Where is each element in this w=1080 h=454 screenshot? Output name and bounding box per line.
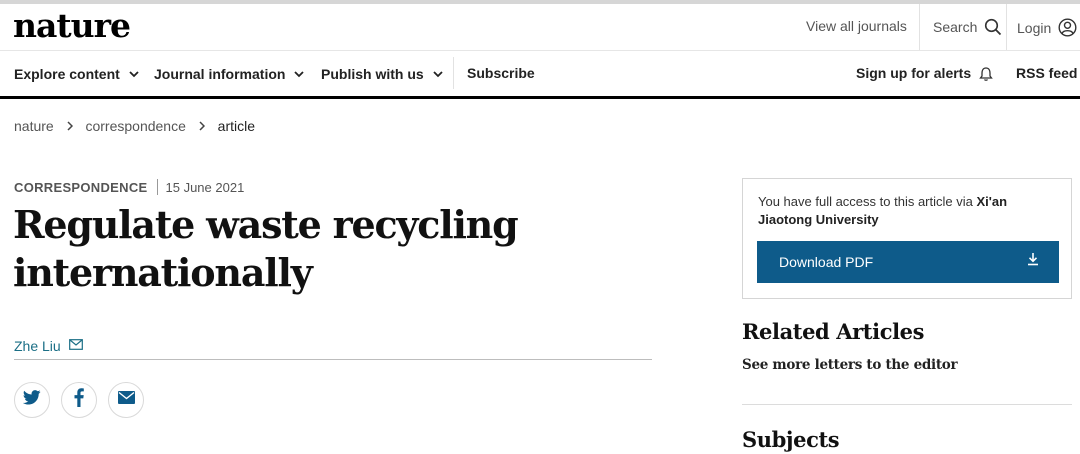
facebook-icon <box>74 388 84 412</box>
nav-rss-feed[interactable]: RSS feed <box>1016 65 1077 81</box>
nav-journal-information[interactable]: Journal information <box>154 65 304 82</box>
nav-explore-label: Explore content <box>14 66 120 82</box>
chevron-down-icon <box>129 65 139 81</box>
header-rule <box>0 50 1080 51</box>
mail-icon[interactable] <box>68 337 83 353</box>
see-more-letters-link[interactable]: See more letters to the editor <box>742 357 958 373</box>
subjects-heading: Subjects <box>742 427 840 452</box>
email-icon <box>117 391 135 409</box>
chevron-down-icon <box>432 65 443 81</box>
nav-journal-label: Journal information <box>154 66 286 82</box>
header-divider <box>919 4 920 50</box>
access-prefix: You have full access to this article via <box>758 194 977 209</box>
author-name: Zhe Liu <box>14 338 61 354</box>
author-link[interactable]: Zhe Liu <box>14 337 83 354</box>
user-icon <box>1058 18 1077 40</box>
nav-explore-content[interactable]: Explore content <box>14 65 139 82</box>
related-articles-heading: Related Articles <box>742 319 925 344</box>
download-pdf-label: Download PDF <box>779 254 874 270</box>
download-pdf-button[interactable]: Download PDF <box>757 241 1059 283</box>
meta-divider <box>156 179 158 195</box>
nav-heavy-rule <box>0 96 1080 99</box>
chevron-right-icon <box>67 118 73 134</box>
bell-icon <box>978 66 994 85</box>
search-label: Search <box>933 19 978 35</box>
nav-publish-with-us[interactable]: Publish with us <box>321 65 443 82</box>
sidebar-divider <box>742 404 1072 405</box>
nav-publish-label: Publish with us <box>321 66 424 82</box>
share-email-button[interactable] <box>108 382 144 418</box>
publish-date: 15 June 2021 <box>165 180 245 195</box>
twitter-icon <box>22 390 41 410</box>
view-all-journals-link[interactable]: View all journals <box>806 18 907 34</box>
top-border <box>0 0 1080 4</box>
chevron-right-icon <box>199 118 205 134</box>
login-button[interactable]: Login <box>1017 18 1077 40</box>
chevron-down-icon <box>294 65 304 81</box>
header-divider <box>1006 4 1007 50</box>
author-divider <box>14 359 652 360</box>
breadcrumb: nature correspondence article <box>14 118 255 134</box>
nav-sign-up-alerts[interactable]: Sign up for alerts <box>856 65 994 85</box>
search-icon <box>984 18 1002 39</box>
login-label: Login <box>1017 20 1052 36</box>
access-message: You have full access to this article via… <box>758 193 1058 229</box>
access-panel: You have full access to this article via… <box>742 178 1072 299</box>
article-type: CORRESPONDENCE <box>14 180 148 195</box>
breadcrumb-nature[interactable]: nature <box>14 118 54 134</box>
share-twitter-button[interactable] <box>14 382 50 418</box>
breadcrumb-correspondence[interactable]: correspondence <box>85 118 185 134</box>
download-icon <box>1027 252 1039 269</box>
nav-subscribe[interactable]: Subscribe <box>467 65 535 81</box>
nature-logo[interactable]: nature <box>13 6 131 45</box>
search-button[interactable]: Search <box>933 18 1002 39</box>
article-meta: CORRESPONDENCE 15 June 2021 <box>14 179 244 195</box>
share-facebook-button[interactable] <box>61 382 97 418</box>
breadcrumb-article: article <box>217 118 256 134</box>
article-title: Regulate waste recycling internationally <box>13 202 519 295</box>
nav-divider <box>453 57 454 89</box>
nav-alerts-label: Sign up for alerts <box>856 65 972 81</box>
